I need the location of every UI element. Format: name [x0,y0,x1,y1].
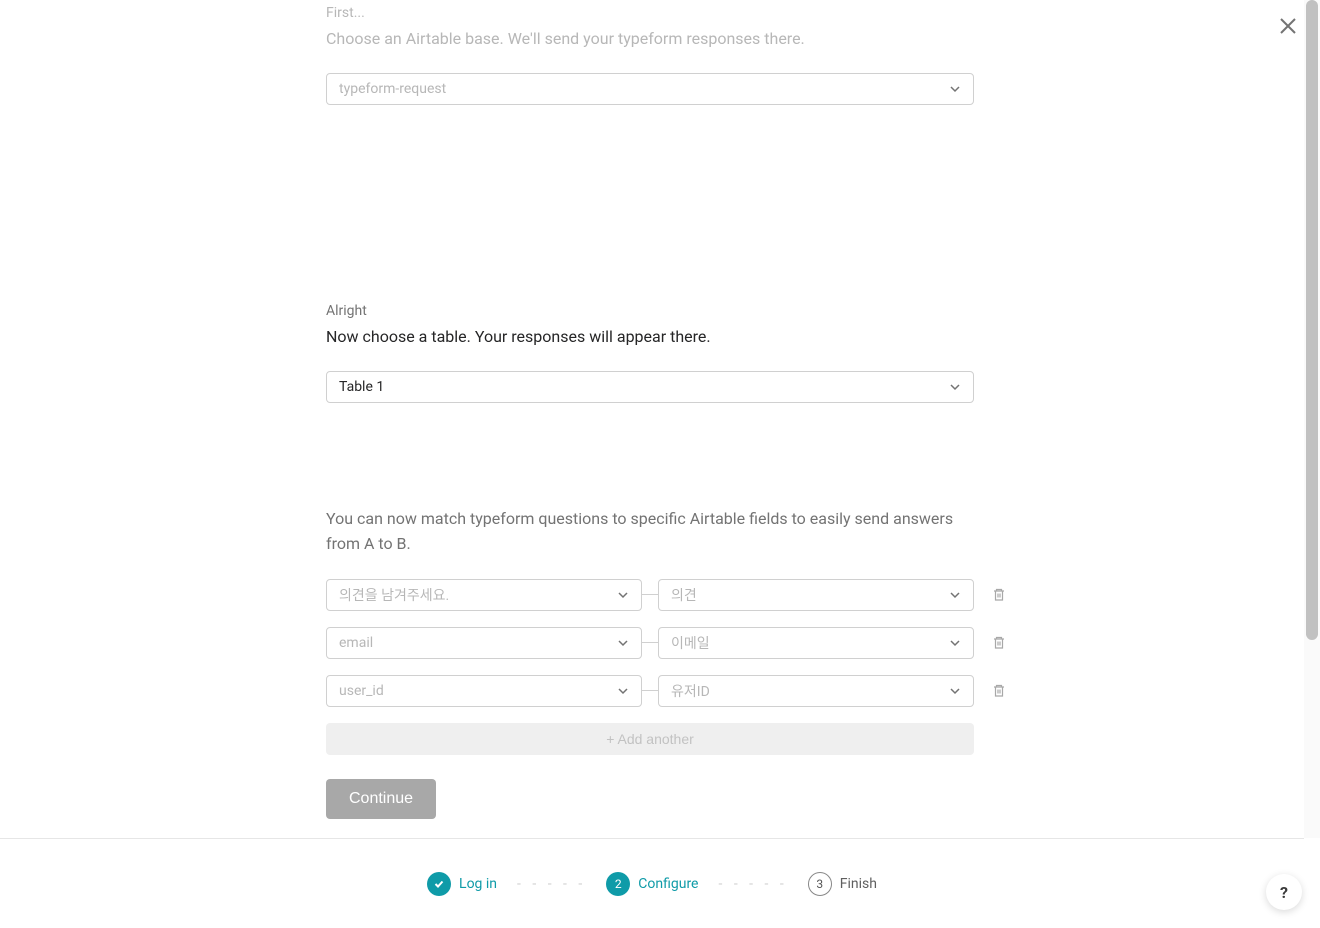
step-separator: - - - - - [719,876,788,892]
dropdown-value: email [339,635,373,651]
section-choose-table: Alright Now choose a table. Your respons… [326,303,974,403]
dropdown-value: 이메일 [671,633,710,653]
mapping-row: user_id 유저ID [326,675,974,707]
delete-row-button[interactable] [991,635,1007,651]
field-dropdown[interactable]: 유저ID [658,675,974,707]
dropdown-value: 의견 [671,585,697,605]
dropdown-value: user_id [339,683,384,699]
section-choose-base: First... Choose an Airtable base. We'll … [326,0,974,105]
question-dropdown[interactable]: 의견을 남겨주세요. [326,579,642,611]
section-title: Choose an Airtable base. We'll send your… [326,27,974,51]
footer-stepper: Log in - - - - - 2 Configure - - - - - 3… [0,838,1304,928]
close-button[interactable] [1278,16,1298,36]
step-separator: - - - - - [517,876,586,892]
mapping-row: 의견을 남겨주세요. 의견 [326,579,974,611]
chevron-down-icon [617,589,629,601]
mapping-connector [642,594,658,595]
dropdown-value: Table 1 [339,379,384,395]
scrollbar-track[interactable] [1304,0,1320,838]
question-dropdown[interactable]: email [326,627,642,659]
step-configure[interactable]: 2 Configure [606,872,698,896]
chevron-down-icon [617,685,629,697]
section-title: Now choose a table. Your responses will … [326,325,974,349]
help-button[interactable]: ? [1266,874,1302,910]
mapping-connector [642,690,658,691]
dropdown-value: typeform-request [339,81,446,97]
trash-icon [991,587,1007,603]
delete-row-button[interactable] [991,587,1007,603]
chevron-down-icon [949,685,961,697]
add-another-button[interactable]: + Add another [326,723,974,755]
chevron-down-icon [617,637,629,649]
chevron-down-icon [949,83,961,95]
dropdown-value: 유저ID [671,681,710,701]
step-label: Log in [459,876,497,892]
field-dropdown[interactable]: 이메일 [658,627,974,659]
trash-icon [991,683,1007,699]
chevron-down-icon [949,381,961,393]
delete-row-button[interactable] [991,683,1007,699]
scrollbar-thumb[interactable] [1306,0,1318,640]
mapping-description: You can now match typeform questions to … [326,507,974,557]
continue-button[interactable]: Continue [326,779,436,819]
trash-icon [991,635,1007,651]
step-circle-check [427,872,451,896]
step-label: Configure [638,876,698,892]
mapping-connector [642,642,658,643]
section-mapping: You can now match typeform questions to … [326,507,974,819]
dropdown-value: 의견을 남겨주세요. [339,585,449,605]
mapping-row: email 이메일 [326,627,974,659]
step-label: Finish [840,876,877,892]
close-icon [1278,16,1298,36]
step-circle-number: 2 [606,872,630,896]
chevron-down-icon [949,589,961,601]
step-circle-number: 3 [808,872,832,896]
chevron-down-icon [949,637,961,649]
base-dropdown[interactable]: typeform-request [326,73,974,105]
step-login[interactable]: Log in [427,872,497,896]
section-pre: First... [326,5,974,21]
section-pre: Alright [326,303,974,319]
step-finish[interactable]: 3 Finish [808,872,877,896]
check-icon [433,878,445,890]
field-dropdown[interactable]: 의견 [658,579,974,611]
question-dropdown[interactable]: user_id [326,675,642,707]
table-dropdown[interactable]: Table 1 [326,371,974,403]
